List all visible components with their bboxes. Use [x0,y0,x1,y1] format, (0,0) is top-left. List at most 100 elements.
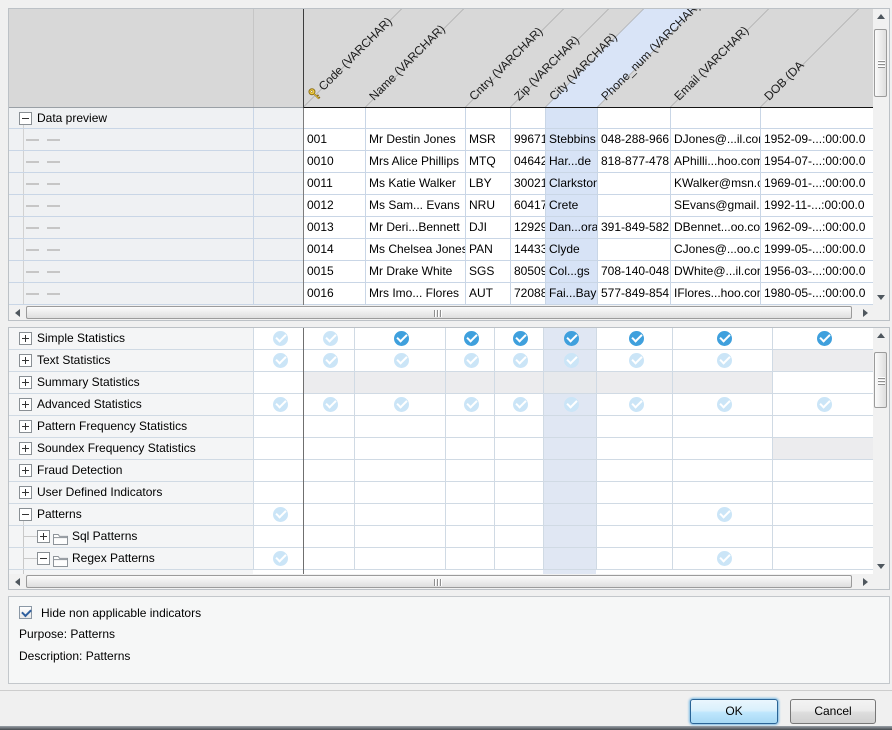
indicator-cell[interactable] [354,460,445,481]
indicator-cell[interactable] [596,460,672,481]
indicator-cell[interactable] [672,328,772,349]
indicator-cell[interactable] [445,526,494,547]
collapse-icon[interactable] [19,508,32,521]
indicator-cell[interactable] [772,526,873,547]
indicator-cell[interactable] [445,416,494,437]
expand-icon[interactable] [19,442,32,455]
indicator-cell[interactable] [596,328,672,349]
indicator-cell[interactable] [596,416,672,437]
hide-non-applicable-checkbox[interactable] [19,606,32,619]
indicator-cell[interactable] [354,394,445,415]
expand-icon[interactable] [19,354,32,367]
indicator-cell[interactable] [303,482,354,503]
indicator-cell[interactable] [303,548,354,569]
indicator-cell[interactable] [543,372,596,393]
indicator-cell[interactable] [543,350,596,371]
indicator-label[interactable]: Regex Patterns [72,548,155,569]
indicator-label[interactable]: Summary Statistics [37,372,140,393]
indicator-cell[interactable] [672,526,772,547]
scroll-right-button[interactable] [857,574,873,589]
indicator-cell[interactable] [672,394,772,415]
indicator-cell[interactable] [596,438,672,459]
vscroll-thumb[interactable] [874,352,887,408]
indicator-label-cell[interactable]: Summary Statistics [9,372,253,393]
indicator-cell[interactable] [772,504,873,525]
indicator-cell[interactable] [543,328,596,349]
indicator-cell[interactable] [354,328,445,349]
indicator-label[interactable]: Sql Patterns [72,526,137,547]
indicator-cell[interactable] [445,372,494,393]
indicator-cell[interactable] [494,526,543,547]
indicator-label-cell[interactable]: Pattern Frequency Statistics [9,416,253,437]
indicator-label-cell[interactable]: Text Statistics [9,350,253,371]
indicator-cell[interactable] [253,372,303,393]
indicator-cell[interactable] [494,438,543,459]
indicator-cell[interactable] [543,394,596,415]
scroll-up-button[interactable] [873,9,889,24]
indicator-cell[interactable] [543,482,596,503]
indicator-label[interactable]: Simple Statistics [37,328,125,349]
scroll-left-button[interactable] [9,574,25,589]
indicator-cell[interactable] [445,328,494,349]
indicator-cell[interactable] [354,350,445,371]
expand-icon[interactable] [19,398,32,411]
indicator-cell[interactable] [303,328,354,349]
indicator-label-cell[interactable]: Regex Patterns [9,548,253,569]
indicator-label[interactable]: Fraud Detection [37,460,122,481]
indicator-cell[interactable] [772,328,873,349]
indicator-cell[interactable] [253,482,303,503]
hscroll-thumb[interactable] [26,575,852,588]
indicator-cell[interactable] [303,394,354,415]
indicator-cell[interactable] [543,416,596,437]
indicator-cell[interactable] [253,416,303,437]
indicator-cell[interactable] [494,460,543,481]
indicator-label-cell[interactable]: Soundex Frequency Statistics [9,438,253,459]
indicator-cell[interactable] [494,416,543,437]
indicator-cell[interactable] [596,394,672,415]
indicator-cell[interactable] [303,416,354,437]
indicator-cell[interactable] [494,328,543,349]
indicator-cell[interactable] [445,460,494,481]
indicator-cell[interactable] [253,350,303,371]
scroll-left-button[interactable] [9,305,25,320]
indicator-cell[interactable] [445,548,494,569]
indicator-cell[interactable] [772,482,873,503]
indicator-cell[interactable] [543,526,596,547]
indicator-label[interactable]: Advanced Statistics [37,394,142,415]
ok-button[interactable]: OK [690,699,778,724]
indicator-cell[interactable] [672,482,772,503]
indicator-cell[interactable] [354,548,445,569]
expand-icon[interactable] [19,420,32,433]
indicator-cell[interactable] [772,394,873,415]
indicator-cell[interactable] [494,504,543,525]
indicator-cell[interactable] [303,460,354,481]
indicator-cell[interactable] [543,504,596,525]
indicator-cell[interactable] [354,504,445,525]
indicator-label[interactable]: User Defined Indicators [37,482,162,503]
indicator-cell[interactable] [445,482,494,503]
indicator-cell[interactable] [596,372,672,393]
indicator-cell[interactable] [772,460,873,481]
indicator-label[interactable]: Soundex Frequency Statistics [37,438,196,459]
indicator-cell[interactable] [303,504,354,525]
indicator-cell[interactable] [596,482,672,503]
expand-icon[interactable] [19,376,32,389]
indicator-cell[interactable] [494,350,543,371]
indicator-cell[interactable] [672,438,772,459]
hide-non-applicable-label[interactable]: Hide non applicable indicators [41,605,201,621]
indicator-cell[interactable] [494,372,543,393]
preview-hscrollbar[interactable] [9,305,873,320]
indicator-cell[interactable] [672,372,772,393]
indicator-label-cell[interactable]: User Defined Indicators [9,482,253,503]
indicator-cell[interactable] [672,350,772,371]
hscroll-thumb[interactable] [26,306,852,319]
indicator-cell[interactable] [494,548,543,569]
indicator-label-cell[interactable]: Advanced Statistics [9,394,253,415]
collapse-icon[interactable] [19,112,32,125]
scroll-up-button[interactable] [873,328,889,343]
indicator-cell[interactable] [253,548,303,569]
indicator-cell[interactable] [494,394,543,415]
indicator-cell[interactable] [253,526,303,547]
indicator-cell[interactable] [596,350,672,371]
indicator-cell[interactable] [543,460,596,481]
